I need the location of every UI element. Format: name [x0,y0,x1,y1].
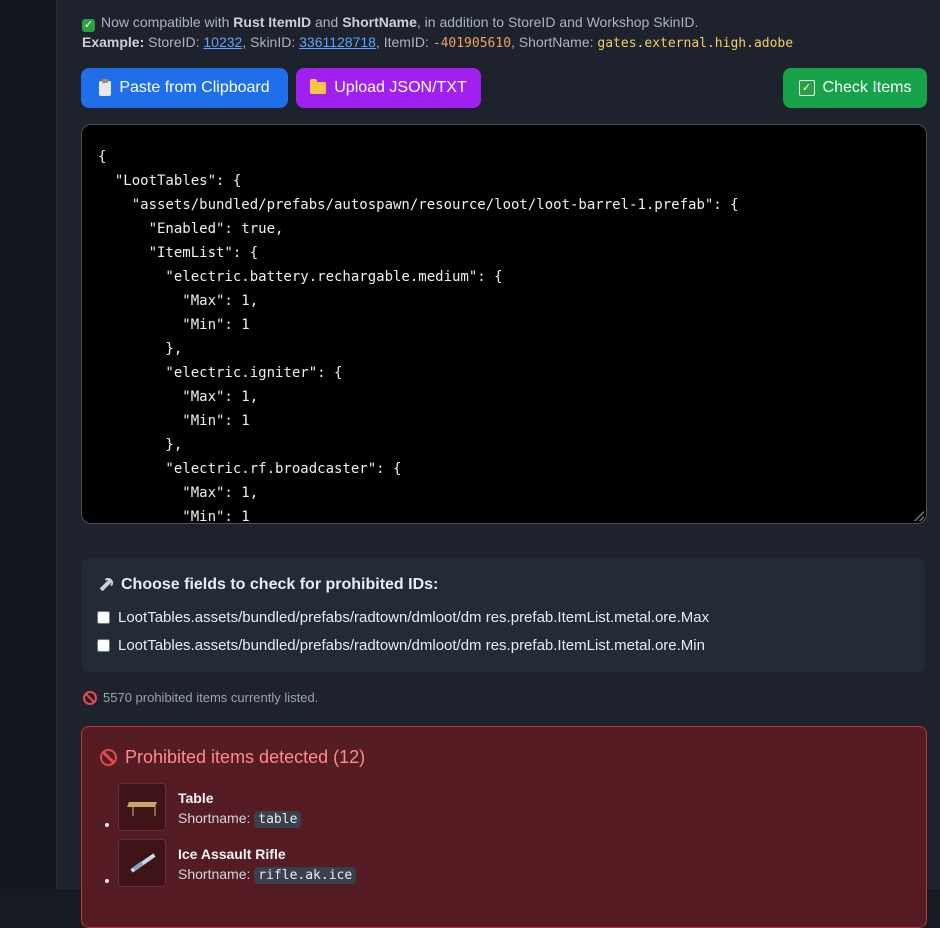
prohibited-alert: Prohibited items detected (12) Table Sho… [81,726,927,928]
table-item-image [118,783,166,831]
folder-icon [310,79,327,94]
compatibility-notice: ✓ Now compatible with Rust ItemID and Sho… [82,12,793,54]
itemid-value: -401905610 [432,36,512,51]
field-option-max[interactable]: LootTables.assets/bundled/prefabs/radtow… [97,609,709,626]
left-sidebar [0,0,57,889]
item-shortname: Shortname: table [178,810,302,828]
shortname-chip: rifle.ak.ice [254,867,357,884]
bullet [105,823,109,827]
rust-itemid-text: Rust ItemID [233,14,312,30]
list-item: Ice Assault Rifle Shortname: rifle.ak.ic… [105,839,357,887]
check-mark-icon: ✓ [82,19,95,32]
notice-line-1: ✓ Now compatible with Rust ItemID and Sho… [82,14,699,32]
item-shortname: Shortname: rifle.ak.ice [178,866,357,884]
json-editor-content[interactable]: { "LootTables": { "assets/bundled/prefab… [82,125,926,523]
rifle-item-image [118,839,166,887]
item-name: Table [178,790,214,806]
resize-handle[interactable] [914,511,924,521]
paste-from-clipboard-button[interactable]: Paste from Clipboard [81,68,288,108]
upload-json-button[interactable]: Upload JSON/TXT [296,68,481,108]
json-editor[interactable]: { "LootTables": { "assets/bundled/prefab… [81,124,927,524]
prohibited-icon [100,749,117,766]
field-option-min[interactable]: LootTables.assets/bundled/prefabs/radtow… [97,637,705,654]
alert-title: Prohibited items detected (12) [100,747,365,768]
skinid-link[interactable]: 3361128718 [299,34,376,50]
check-mark-icon: ✓ [798,80,815,96]
fields-panel: Choose fields to check for prohibited ID… [81,558,925,672]
shortname-chip: table [254,811,302,828]
field-checkbox-min[interactable] [97,639,110,652]
notice-line-2: Example: StoreID: 10232, SkinID: 3361128… [82,34,794,51]
bullet [105,879,109,883]
wrench-icon [96,575,116,595]
clipboard-icon [99,78,112,96]
prohibited-count: 5570 prohibited items currently listed. [83,690,318,705]
storeid-link[interactable]: 10232 [203,34,242,50]
shortname-text: ShortName [342,14,417,30]
list-item: Table Shortname: table [105,783,302,831]
example-label: Example: [82,34,145,50]
fields-title: Choose fields to check for prohibited ID… [99,576,438,594]
main-content: ✓ Now compatible with Rust ItemID and Sho… [57,0,940,928]
prohibited-icon [83,690,97,705]
field-checkbox-max[interactable] [97,611,110,624]
item-name: Ice Assault Rifle [178,846,286,862]
check-items-button[interactable]: ✓ Check Items [783,68,927,108]
shortname-value: gates.external.high.adobe [597,36,794,51]
